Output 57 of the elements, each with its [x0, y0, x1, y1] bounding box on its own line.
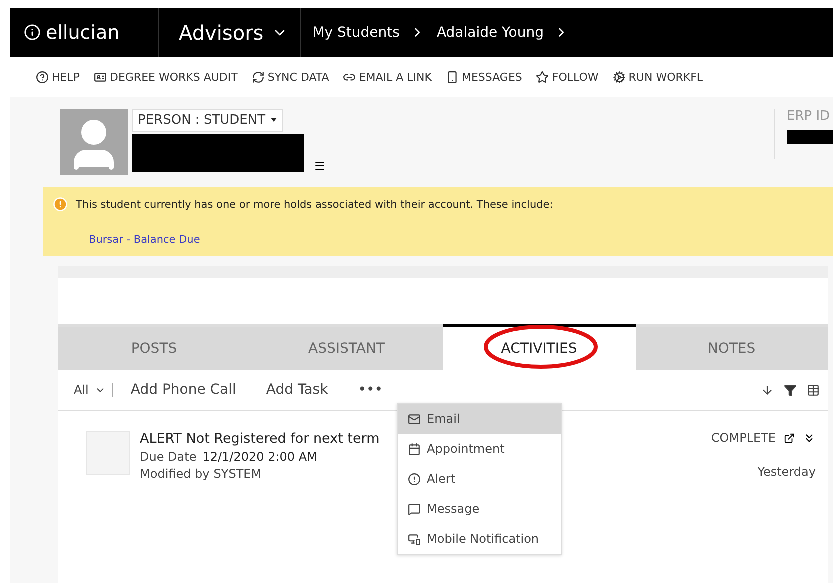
breadcrumb-link[interactable]: Adalaide Young	[436, 24, 544, 40]
redacted-id	[787, 130, 833, 144]
activity-time: Yesterday	[758, 465, 816, 479]
form-selector[interactable]: PERSON : STUDENT	[132, 109, 283, 132]
message-icon	[408, 502, 421, 516]
menu-item[interactable]: Message	[398, 494, 561, 524]
avatar-icon	[60, 109, 128, 175]
star-icon	[536, 70, 550, 84]
warning-icon	[53, 197, 68, 212]
help-icon	[36, 70, 49, 84]
activity-thumbnail	[86, 431, 130, 475]
erp-id-label: ERP ID	[787, 109, 832, 124]
mail-icon	[408, 412, 421, 426]
action-button[interactable]: Add Phone Call	[118, 382, 248, 398]
filter-icon[interactable]	[784, 384, 797, 396]
toolbar-button[interactable]: HELP	[36, 70, 80, 84]
expand-icon[interactable]	[803, 432, 816, 444]
caret-icon	[270, 118, 277, 122]
tab[interactable]: ACTIVITIES	[443, 324, 636, 370]
toolbar-button[interactable]: EMAIL A LINK	[343, 70, 432, 84]
toolbar-button[interactable]: RUN WORKFL	[612, 70, 704, 84]
grid-icon[interactable]	[807, 384, 820, 396]
alert-icon	[408, 472, 421, 486]
tab[interactable]: NOTES	[636, 324, 828, 370]
mobile-device-icon	[408, 532, 421, 546]
brand-name: ellucian	[46, 22, 120, 44]
toolbar-button[interactable]: FOLLOW	[536, 70, 599, 84]
menu-item[interactable]: Appointment	[398, 434, 561, 464]
action-button[interactable]: Add Task	[254, 382, 340, 398]
due-date: 12/1/2020 2:00 AM	[202, 450, 318, 464]
app-name[interactable]: Advisors	[179, 20, 264, 44]
list-icon[interactable]	[314, 160, 326, 172]
menu-item[interactable]: Email	[398, 404, 561, 434]
filter-dropdown[interactable]: All	[74, 383, 89, 397]
hold-link[interactable]: Bursar - Balance Due	[53, 234, 833, 246]
due-label: Due Date	[140, 450, 197, 464]
phone-icon	[446, 70, 459, 84]
more-button[interactable]: •••	[346, 382, 395, 398]
toolbar-button[interactable]: MESSAGES	[446, 70, 522, 84]
modified-by: SYSTEM	[214, 467, 262, 481]
tab[interactable]: POSTS	[58, 324, 250, 370]
calendar-icon	[408, 442, 421, 456]
toolbar-button[interactable]: DEGREE WORKS AUDIT	[94, 70, 238, 84]
complete-button[interactable]: COMPLETE	[711, 431, 776, 445]
modified-label: Modified by	[140, 467, 210, 481]
holds-message: This student currently has one or more holds associated with their account. These include:	[76, 198, 554, 210]
logo-icon	[24, 24, 41, 41]
breadcrumb-link[interactable]: My Students	[312, 24, 400, 40]
sync-icon	[252, 70, 265, 84]
sort-icon[interactable]	[761, 384, 774, 396]
gear-icon	[612, 70, 626, 84]
open-icon[interactable]	[784, 432, 795, 444]
id-card-icon	[94, 70, 107, 84]
toolbar-button[interactable]: SYNC DATA	[252, 70, 330, 84]
tab[interactable]: ASSISTANT	[250, 324, 443, 370]
menu-item[interactable]: Alert	[398, 464, 561, 494]
menu-item[interactable]: Mobile Notification	[398, 524, 561, 554]
